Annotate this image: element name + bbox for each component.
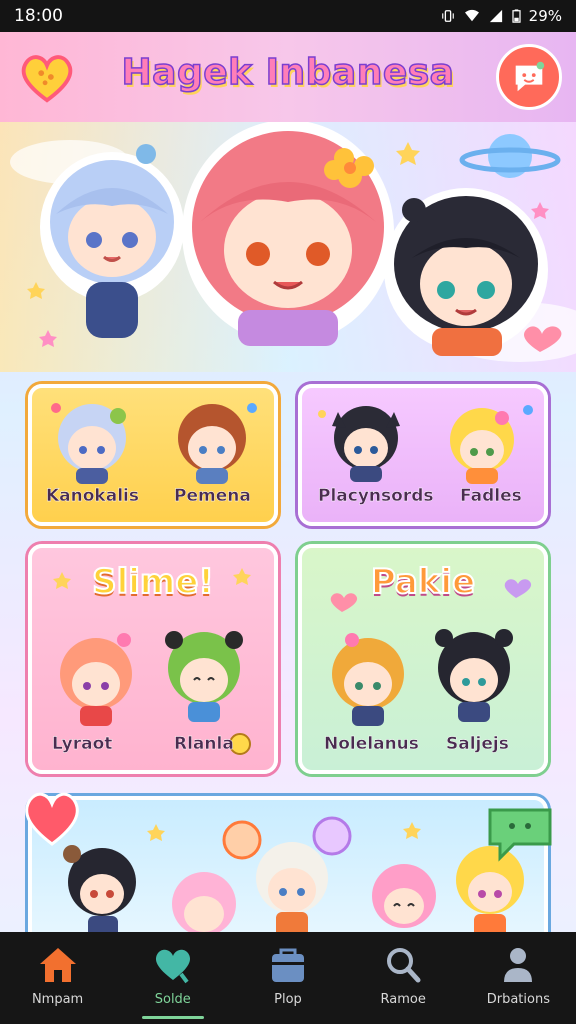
nav-item-solde[interactable]: Solde: [123, 944, 223, 1019]
nav-label-solde: Solde: [154, 992, 191, 1007]
nav-label-drbations: Drbations: [486, 992, 550, 1007]
chibi-pink-cat: [372, 864, 436, 928]
card3-label-2: Rlanla: [174, 734, 234, 754]
nav-label-home: Nmpam: [31, 992, 84, 1007]
chat-bubble-icon: [515, 61, 545, 92]
status-bar: 18:00 29%: [0, 0, 576, 32]
heart-icon: [21, 55, 73, 103]
nav-item-ramoe[interactable]: Ramoe: [353, 944, 453, 1007]
card4-label-1: Nolelanus: [324, 734, 419, 754]
chat-button[interactable]: [496, 44, 562, 110]
category-card-2[interactable]: Placynsords Fadles: [298, 384, 548, 526]
status-time: 18:00: [14, 6, 63, 26]
chibi-black-hair: [63, 845, 136, 938]
chibi-white-hair: [256, 842, 328, 938]
card2-label-2: Fadles: [460, 486, 522, 506]
nav-item-home[interactable]: Nmpam: [8, 944, 108, 1007]
bottom-nav: Nmpam Solde Plop Ramoe Drbations: [0, 932, 576, 1024]
search-icon: [387, 948, 421, 983]
nav-item-drbations[interactable]: Drbations: [468, 944, 568, 1007]
chibi-orange-hair: [60, 633, 132, 726]
hero-illustration: [0, 120, 576, 372]
card4-label-2: Saljejs: [446, 734, 509, 754]
nav-label-ramoe: Ramoe: [380, 992, 426, 1007]
bag-icon: [271, 948, 304, 982]
chibi-blue-hair: [58, 404, 126, 484]
category-card-5[interactable]: [28, 796, 548, 946]
chibi-green-hair: [165, 631, 243, 722]
home-icon: [39, 948, 76, 982]
card1-label-2: Pemena: [174, 486, 251, 506]
category-card-1[interactable]: Kanokalis Pemena: [28, 384, 278, 526]
app-header: Hagek Inbanesa: [0, 32, 576, 122]
status-icons: 29%: [440, 7, 562, 25]
nav-item-plop[interactable]: Plop: [238, 944, 338, 1007]
heart-button[interactable]: [18, 48, 76, 106]
vibrate-icon: [441, 10, 454, 22]
green-chat-bubble-icon: [488, 808, 552, 862]
wifi-icon: [464, 9, 479, 22]
heart-icon: [155, 949, 190, 984]
chibi-brown-hair: [178, 404, 246, 484]
nav-label-plop: Plop: [274, 992, 302, 1007]
user-icon: [504, 948, 533, 982]
app-title: Hagek Inbanesa: [121, 51, 455, 94]
card1-label-1: Kanokalis: [46, 486, 139, 506]
battery-icon: [512, 9, 521, 23]
chibi-pink-hair: [172, 872, 236, 936]
category-card-3[interactable]: Slime! Lyraot Rlanla: [28, 544, 278, 774]
card2-label-1: Placynsords: [318, 486, 434, 506]
category-card-4[interactable]: Pakie Nolelanus Saljejs: [298, 544, 548, 774]
chibi-blonde: [450, 408, 514, 484]
chibi-cat-ears: [332, 406, 400, 482]
battery-level: 29%: [528, 7, 562, 25]
signal-icon: [489, 9, 502, 23]
chibi-yellow-hair: [332, 633, 404, 726]
red-heart-icon: [25, 792, 79, 846]
card3-label-1: Lyraot: [52, 734, 113, 754]
card5-illustration: [63, 816, 524, 938]
hero-banner: [0, 120, 576, 372]
chibi-bear-ears: [435, 629, 513, 722]
